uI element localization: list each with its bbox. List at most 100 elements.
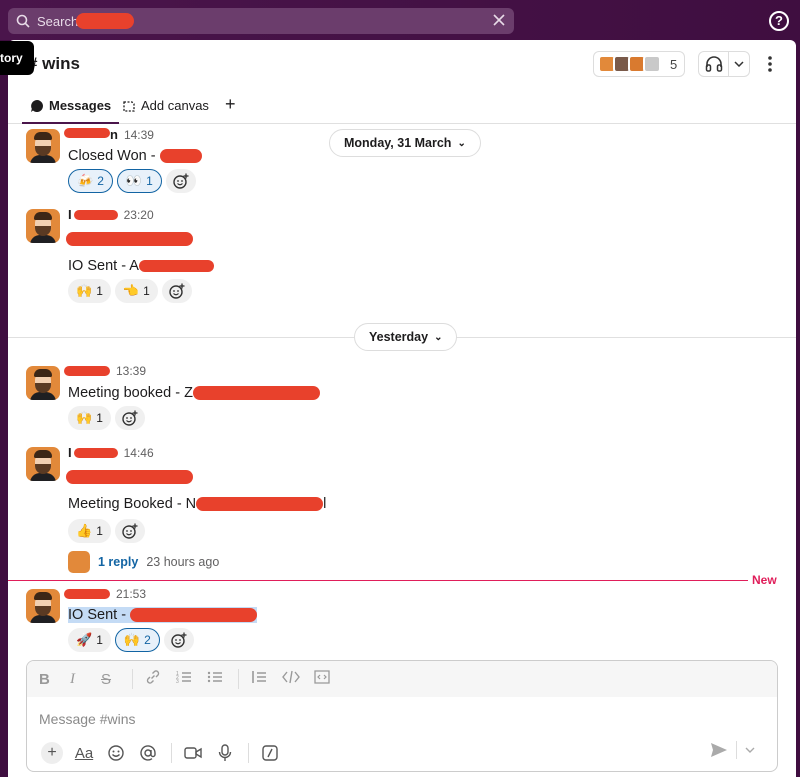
redacted-text	[66, 232, 193, 247]
add-emoji-icon	[173, 173, 189, 189]
message-meta: n 14:39	[64, 127, 154, 142]
sender-name-fragment: n	[110, 127, 118, 142]
avatar[interactable]	[26, 129, 60, 163]
code-icon[interactable]	[282, 669, 313, 689]
message-text-content: Meeting booked - Z	[68, 385, 193, 401]
link-icon[interactable]	[145, 669, 176, 689]
composer-actions: + Aa	[37, 741, 767, 765]
thread-summary[interactable]: 1 reply 23 hours ago	[68, 551, 219, 573]
message: 13:39 Meeting booked - Z 🙌 1	[8, 362, 796, 437]
add-emoji-icon	[122, 523, 138, 539]
redacted-name	[64, 366, 110, 376]
message-text: IO Sent - A	[68, 258, 214, 274]
blockquote-icon[interactable]	[251, 669, 282, 689]
chevron-down-icon: ⌄	[457, 137, 466, 149]
tab-label: Messages	[49, 98, 112, 113]
timestamp[interactable]: 13:39	[116, 364, 146, 378]
add-reaction-button[interactable]	[161, 279, 192, 303]
add-tab-button[interactable]: +	[225, 94, 236, 115]
mention-icon[interactable]	[133, 741, 163, 765]
add-reaction-button[interactable]	[165, 169, 196, 193]
date-divider[interactable]: Monday, 31 March ⌄	[329, 129, 481, 157]
channel-panel: # wins 5 Messages Add canvas + n 14:39 C…	[8, 40, 796, 777]
attach-button[interactable]: +	[37, 741, 67, 765]
members-button[interactable]: 5	[593, 51, 685, 77]
avatar[interactable]	[26, 366, 60, 400]
shortcuts-icon[interactable]	[255, 741, 285, 765]
date-label: Monday, 31 March	[344, 136, 452, 150]
emoji-icon[interactable]	[101, 741, 131, 765]
message-input[interactable]: Message #wins	[39, 711, 136, 727]
headphones-icon[interactable]	[699, 52, 729, 76]
video-icon[interactable]	[178, 741, 208, 765]
add-emoji-icon	[171, 632, 187, 648]
message-meta: I 14:46	[68, 445, 154, 460]
ordered-list-icon[interactable]: 123	[176, 669, 207, 689]
member-count: 5	[670, 56, 678, 72]
redacted-name	[64, 589, 110, 599]
reaction[interactable]: 🚀 1	[68, 628, 111, 652]
reaction[interactable]: 🙌 1	[68, 406, 111, 430]
pointing-emoji: 👈	[122, 283, 140, 298]
tab-add-canvas[interactable]: Add canvas	[122, 98, 209, 113]
add-reaction-button[interactable]	[163, 628, 194, 652]
send-icon[interactable]	[710, 742, 728, 758]
message-meta: I 23:20	[68, 207, 154, 222]
redacted-text	[130, 608, 258, 623]
add-emoji-icon	[122, 410, 138, 426]
code-block-icon[interactable]	[313, 669, 344, 689]
microphone-icon[interactable]	[210, 741, 240, 765]
avatar[interactable]	[26, 589, 60, 623]
toolbar-separator	[736, 741, 737, 759]
reaction-count: 1	[143, 284, 150, 298]
plus-icon: +	[225, 94, 236, 114]
eyes-emoji: 👀	[125, 173, 143, 188]
strikethrough-button[interactable]: S	[101, 671, 132, 688]
avatar[interactable]	[26, 209, 60, 243]
message-text: IO Sent -	[68, 607, 258, 623]
close-icon[interactable]	[492, 13, 506, 27]
beer-emoji: 🍻	[77, 173, 94, 188]
reaction[interactable]: 🙌 1	[68, 279, 111, 303]
search-bar[interactable]: Search	[8, 8, 514, 34]
timestamp[interactable]: 21:53	[116, 587, 146, 601]
send-controls	[710, 741, 755, 759]
message-text-content: Meeting Booked - N	[68, 496, 197, 512]
add-reaction-button[interactable]	[114, 519, 145, 543]
more-options-icon[interactable]	[765, 54, 775, 74]
search-icon	[16, 14, 30, 28]
reaction[interactable]: 👍 1	[68, 519, 111, 543]
bold-button[interactable]: B	[39, 671, 70, 688]
date-divider[interactable]: Yesterday ⌄	[354, 323, 458, 351]
help-icon[interactable]: ?	[769, 11, 789, 31]
avatar[interactable]	[26, 447, 60, 481]
redacted-text	[76, 13, 135, 29]
italic-button[interactable]: I	[70, 671, 101, 688]
reaction-count: 1	[96, 633, 103, 647]
huddle-button[interactable]	[698, 51, 750, 77]
reaction[interactable]: 🍻 2	[68, 169, 113, 193]
timestamp[interactable]: 14:39	[124, 128, 154, 142]
reaction-count: 1	[96, 284, 103, 298]
chevron-down-icon[interactable]	[745, 747, 755, 753]
reaction[interactable]: 🙌 2	[114, 628, 160, 652]
reply-count-link[interactable]: 1 reply	[98, 555, 138, 569]
sender-name-fragment: I	[68, 207, 72, 222]
timestamp[interactable]: 23:20	[124, 208, 154, 222]
tab-messages[interactable]: Messages	[21, 98, 120, 124]
reaction-count: 2	[97, 174, 104, 188]
reaction[interactable]: 👈 1	[114, 279, 158, 303]
redacted-text	[196, 497, 324, 512]
formatting-toggle-button[interactable]: Aa	[69, 741, 99, 765]
canvas-icon	[123, 100, 135, 112]
chevron-down-icon[interactable]	[729, 52, 749, 76]
add-reaction-button[interactable]	[114, 406, 145, 430]
channel-title[interactable]: # wins	[28, 54, 80, 74]
redacted-name	[73, 209, 118, 220]
timestamp[interactable]: 14:46	[124, 446, 154, 460]
reaction-count: 2	[144, 633, 151, 647]
message: 21:53 IO Sent - 🚀 1 🙌 2	[8, 585, 796, 660]
bulleted-list-icon[interactable]	[207, 669, 238, 689]
reaction[interactable]: 👀 1	[116, 169, 162, 193]
message-list: n 14:39 Closed Won - 🍻 2 👀 1 Monday, 31 Ma…	[8, 125, 796, 660]
